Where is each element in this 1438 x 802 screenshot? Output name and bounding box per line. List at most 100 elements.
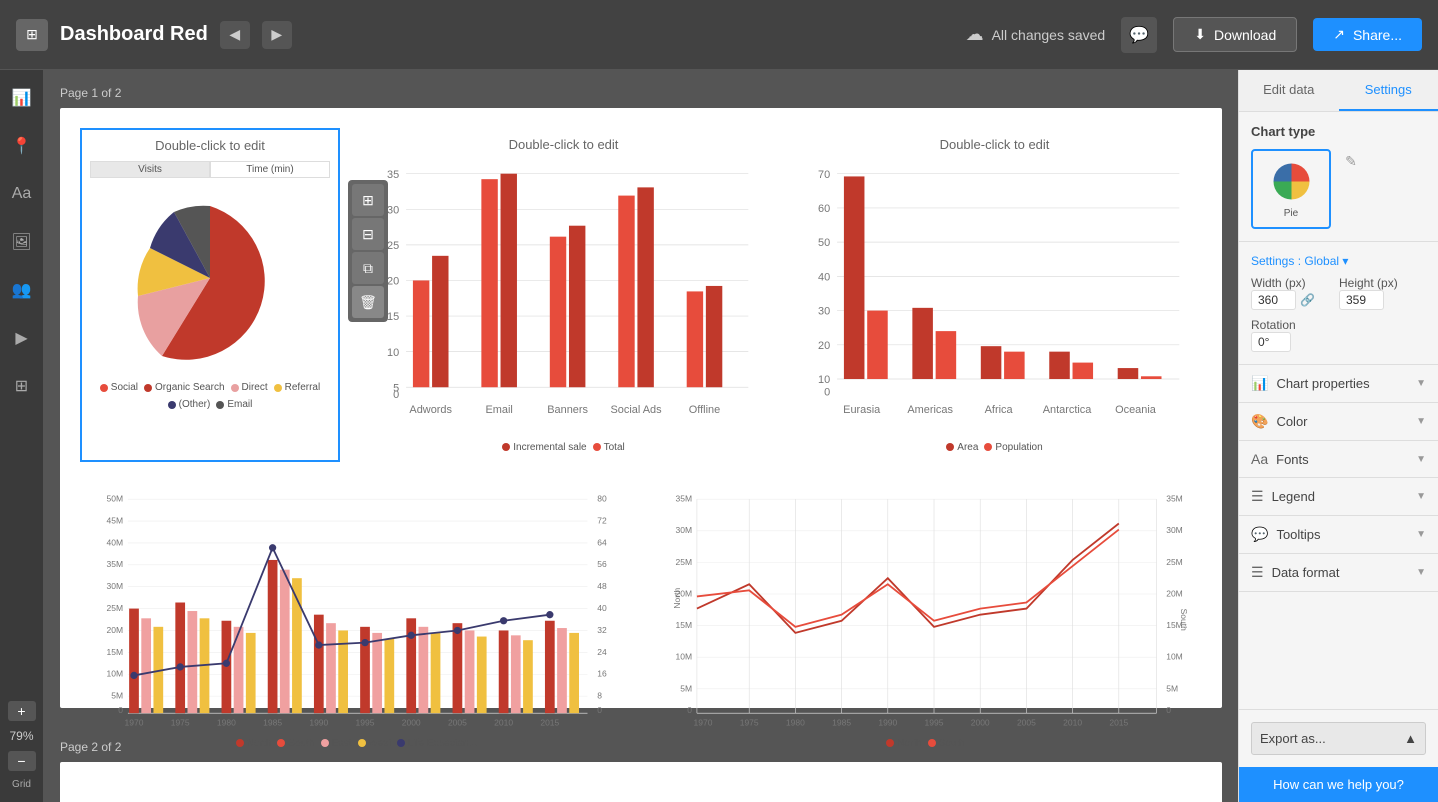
settings-section: Settings : Global ▾ Width (px) 🔗 Height …	[1239, 242, 1438, 365]
chart-type-pie[interactable]: Pie	[1251, 149, 1331, 229]
settings-scope-value[interactable]: Global ▾	[1304, 254, 1348, 268]
rotation-input[interactable]	[1251, 332, 1291, 352]
svg-text:72: 72	[597, 515, 607, 525]
svg-text:30: 30	[818, 306, 830, 318]
right-panel-bottom: Export as... ▲	[1239, 709, 1438, 767]
pie-tab-visits[interactable]: Visits	[90, 161, 210, 178]
svg-text:50M: 50M	[107, 493, 124, 503]
accordion-tooltips-chevron: ▼	[1416, 529, 1426, 540]
toolbar-delete-btn[interactable]: 🗑	[352, 286, 384, 318]
accordion-data-format-chevron: ▼	[1416, 567, 1426, 578]
pie-chart-box[interactable]: Double-click to edit Visits Time (min)	[80, 128, 340, 462]
bar-chart-1-box[interactable]: Double-click to edit 35 30 25	[356, 128, 771, 462]
legend-icon: ☰	[1251, 488, 1264, 505]
legend2-north: North	[886, 738, 921, 749]
svg-text:2015: 2015	[1109, 717, 1128, 727]
svg-text:Email: Email	[485, 404, 512, 416]
link-icon: 🔗	[1300, 293, 1315, 307]
width-input[interactable]	[1251, 290, 1296, 310]
dimension-row: Width (px) 🔗 Height (px) Rotation	[1251, 276, 1426, 352]
redo-button[interactable]: ▶	[262, 21, 292, 49]
pie-tabs: Visits Time (min)	[90, 161, 330, 178]
download-button[interactable]: ⬇ Download	[1173, 17, 1297, 52]
tab-settings[interactable]: Settings	[1339, 70, 1438, 111]
accordion-color-label: Color	[1276, 414, 1307, 429]
legend-dot-east	[321, 739, 329, 747]
accordion-color-header[interactable]: 🎨 Color ▼	[1239, 403, 1438, 440]
chart-type-edit[interactable]: ✎	[1339, 149, 1363, 173]
accordion-data-format[interactable]: ☰ Data format ▼	[1239, 554, 1438, 592]
accordion-fonts[interactable]: Aa Fonts ▼	[1239, 441, 1438, 478]
svg-text:2000: 2000	[402, 717, 421, 727]
svg-text:Oceania: Oceania	[1115, 404, 1157, 416]
sidebar-icon-image[interactable]: 🖼	[6, 226, 38, 258]
accordion-tooltips-label: Tooltips	[1276, 527, 1320, 542]
legend-organic: Organic Search	[144, 382, 224, 393]
legend-dot-area	[946, 443, 954, 451]
line-chart-1-box[interactable]: 50M 45M 40M 35M 30M 25M 20M 15M 10M 5M 0…	[80, 478, 633, 758]
legend-dot-total	[593, 443, 601, 451]
legend-dot-social	[100, 384, 108, 392]
canvas-area[interactable]: Page 1 of 2 Double-click to edit Visits …	[44, 70, 1238, 802]
sidebar-icon-charts[interactable]: 📊	[6, 82, 38, 114]
accordion-legend-header[interactable]: ☰ Legend ▼	[1239, 478, 1438, 515]
line-chart-2-box[interactable]: 35M 30M 25M 20M 15M 10M 5M 0 35M 30M 25M…	[649, 478, 1202, 758]
svg-text:Eurasia: Eurasia	[843, 404, 881, 416]
svg-text:2010: 2010	[1063, 717, 1082, 727]
accordion-fonts-header[interactable]: Aa Fonts ▼	[1239, 441, 1438, 477]
fonts-icon: Aa	[1251, 451, 1268, 467]
pie-tab-time[interactable]: Time (min)	[210, 161, 330, 178]
tooltips-icon: 💬	[1251, 526, 1268, 543]
comment-button[interactable]: 💬	[1121, 17, 1157, 53]
width-input-group: 🔗	[1251, 290, 1331, 310]
accordion-chart-properties-label: Chart properties	[1276, 376, 1369, 391]
accordion-data-format-header[interactable]: ☰ Data format ▼	[1239, 554, 1438, 591]
share-button[interactable]: ↗ Share...	[1313, 18, 1422, 51]
accordion-chart-properties[interactable]: 📊 Chart properties ▼	[1239, 365, 1438, 403]
page1-label: Page 1 of 2	[60, 86, 1222, 100]
legend-east: East	[321, 738, 352, 749]
accordion-color[interactable]: 🎨 Color ▼	[1239, 403, 1438, 441]
svg-text:Social Ads: Social Ads	[611, 404, 663, 416]
legend-dot-north	[236, 739, 244, 747]
settings-scope-row: Settings : Global ▾	[1251, 254, 1426, 268]
svg-text:1990: 1990	[309, 717, 328, 727]
save-status-label: All changes saved	[992, 27, 1106, 43]
accordion-chart-properties-header[interactable]: 📊 Chart properties ▼	[1239, 365, 1438, 402]
svg-text:35M: 35M	[676, 493, 693, 503]
accordion-tooltips[interactable]: 💬 Tooltips ▼	[1239, 516, 1438, 554]
tab-edit-data[interactable]: Edit data	[1239, 70, 1339, 111]
sidebar-icon-users[interactable]: 👥	[6, 274, 38, 306]
toolbar-copy-btn[interactable]: ⧉	[352, 252, 384, 284]
bar2-chart-title: Double-click to edit	[796, 137, 1193, 152]
legend-other: (Other)	[168, 399, 211, 410]
toolbar-layers2-btn[interactable]: ⊟	[352, 218, 384, 250]
svg-text:45M: 45M	[107, 515, 124, 525]
height-input[interactable]	[1339, 290, 1384, 310]
undo-button[interactable]: ◀	[220, 21, 250, 49]
svg-text:10M: 10M	[1166, 651, 1183, 661]
accordion-tooltips-header[interactable]: 💬 Tooltips ▼	[1239, 516, 1438, 553]
svg-text:0: 0	[118, 705, 123, 715]
help-bar[interactable]: How can we help you?	[1239, 767, 1438, 802]
bar-chart-2-box[interactable]: Double-click to edit 70 60 50	[787, 128, 1202, 462]
sidebar-icon-grid[interactable]: ⊞	[6, 370, 38, 402]
svg-text:30: 30	[387, 204, 399, 216]
sidebar-icon-text[interactable]: Aa	[6, 178, 38, 210]
svg-text:10M: 10M	[676, 651, 693, 661]
export-button[interactable]: Export as... ▲	[1251, 722, 1426, 755]
zoom-out-button[interactable]: −	[8, 751, 36, 771]
svg-text:0: 0	[393, 389, 399, 401]
sidebar-icon-play[interactable]: ▶	[6, 322, 38, 354]
legend-dot-direct	[231, 384, 239, 392]
accordion-legend[interactable]: ☰ Legend ▼	[1239, 478, 1438, 516]
legend-west: West	[358, 738, 392, 749]
sidebar-icon-pin[interactable]: 📍	[6, 130, 38, 162]
svg-text:1975: 1975	[171, 717, 190, 727]
pie-type-label: Pie	[1284, 208, 1298, 219]
zoom-in-button[interactable]: +	[8, 701, 36, 721]
chart-type-grid: Pie ✎	[1251, 149, 1426, 229]
toolbar-layers-btn[interactable]: ⊞	[352, 184, 384, 216]
app-icon: ⊞	[16, 19, 48, 51]
svg-text:1985: 1985	[832, 717, 851, 727]
